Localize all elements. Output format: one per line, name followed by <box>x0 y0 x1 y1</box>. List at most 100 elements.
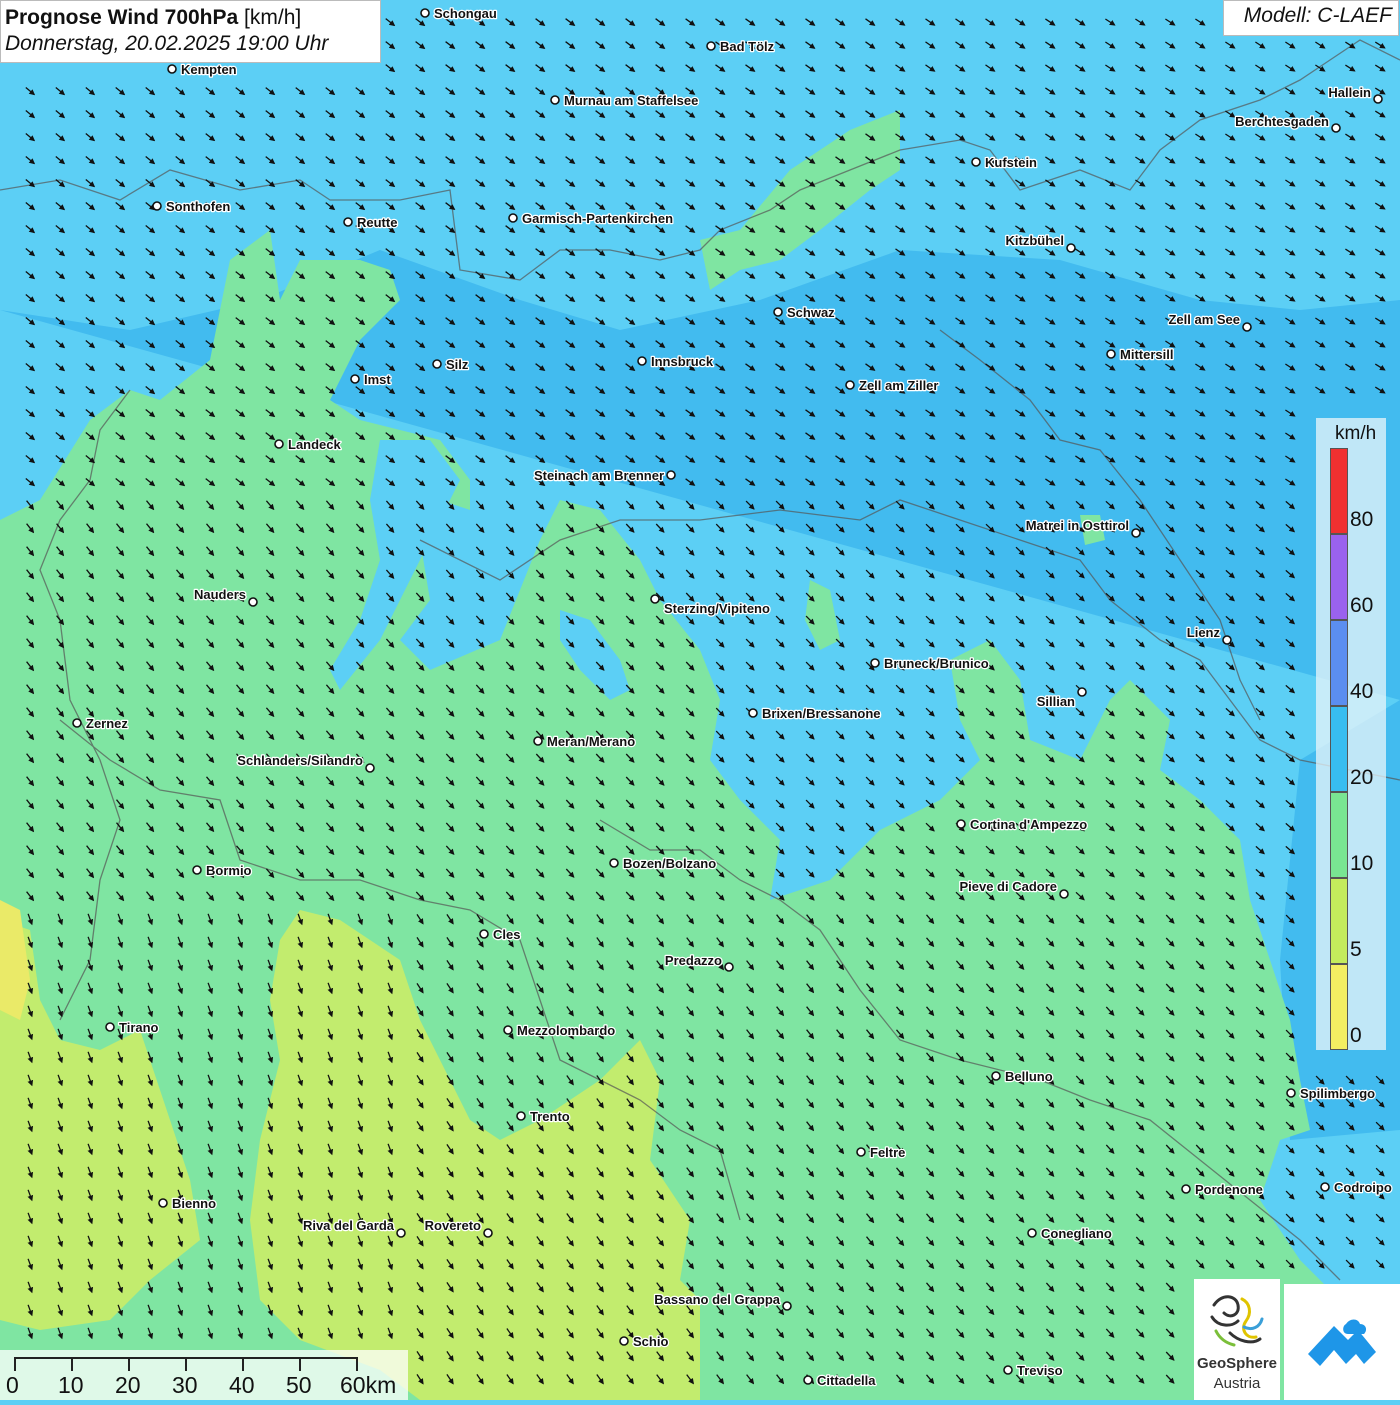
city-label: Bienno <box>172 1196 216 1211</box>
city-dot[interactable] <box>971 157 981 167</box>
city-label: Zell am Ziller <box>859 378 938 393</box>
city-label: Murnau am Staffelsee <box>564 93 698 108</box>
city-dot[interactable] <box>420 8 430 18</box>
legend-tick-80: 80 <box>1350 508 1374 531</box>
city-dot[interactable] <box>773 307 783 317</box>
city-dot[interactable] <box>650 594 660 604</box>
city-dot[interactable] <box>105 1022 115 1032</box>
city-label: Kitzbühel <box>1006 233 1065 248</box>
city-dot[interactable] <box>1003 1365 1013 1375</box>
city-dot[interactable] <box>1222 635 1232 645</box>
city-dot[interactable] <box>152 201 162 211</box>
wind-map[interactable]: Schongau Bad Tölz Kempten Murnau am Staffel… <box>0 0 1400 1400</box>
city-label: Conegliano <box>1041 1226 1112 1241</box>
city-label: Schongau <box>434 6 497 21</box>
city-dot[interactable] <box>167 64 177 74</box>
city-label: Pordenone <box>1195 1182 1263 1197</box>
city-dot[interactable] <box>274 439 284 449</box>
city-dot[interactable] <box>508 213 518 223</box>
city-dot[interactable] <box>956 819 966 829</box>
city-dot[interactable] <box>1027 1228 1037 1238</box>
legend-band-0 <box>1330 964 1348 1050</box>
city-dot[interactable] <box>192 865 202 875</box>
city-dot[interactable] <box>1181 1184 1191 1194</box>
scale-tick <box>14 1357 16 1371</box>
city-label: Silz <box>446 357 469 372</box>
legend-tick-40: 40 <box>1350 680 1374 703</box>
city-label: Schio <box>633 1334 668 1349</box>
city-dot[interactable] <box>782 1301 792 1311</box>
city-dot[interactable] <box>870 658 880 668</box>
city-label: Cortina d'Ampezzo <box>970 817 1087 832</box>
city-dot[interactable] <box>706 41 716 51</box>
city-label: Bruneck/Brunico <box>884 656 989 671</box>
city-dot[interactable] <box>856 1147 866 1157</box>
city-label: Hallein <box>1328 85 1371 100</box>
city-label: Treviso <box>1017 1363 1063 1378</box>
city-dot[interactable] <box>1320 1182 1330 1192</box>
city-label: Schwaz <box>787 305 835 320</box>
city-label: Belluno <box>1005 1069 1053 1084</box>
city-dot[interactable] <box>483 1228 493 1238</box>
city-dot[interactable] <box>1286 1088 1296 1098</box>
legend-band-10 <box>1330 792 1348 878</box>
geosphere-name: GeoSphere <box>1196 1355 1278 1372</box>
city-dot[interactable] <box>350 374 360 384</box>
city-dot[interactable] <box>158 1198 168 1208</box>
city-dot[interactable] <box>1331 123 1341 133</box>
city-dot[interactable] <box>533 736 543 746</box>
title-main: Prognose Wind 700hPa <box>5 6 239 29</box>
city-dot[interactable] <box>1066 243 1076 253</box>
city-dot[interactable] <box>503 1025 513 1035</box>
legend-band-40 <box>1330 620 1348 706</box>
city-dot[interactable] <box>803 1375 813 1385</box>
geosphere-logo[interactable]: GeoSphere Austria <box>1194 1279 1280 1400</box>
city-dot[interactable] <box>1373 94 1383 104</box>
title-heading: Prognose Wind 700hPa [km/h] <box>5 5 376 31</box>
city-dot[interactable] <box>637 356 647 366</box>
city-dot[interactable] <box>343 217 353 227</box>
city-dot[interactable] <box>248 597 258 607</box>
city-label: Spilimbergo <box>1300 1086 1375 1101</box>
city-label: Codroipo <box>1334 1180 1392 1195</box>
scale-tick <box>299 1357 301 1371</box>
scale-tick <box>128 1357 130 1371</box>
city-dot[interactable] <box>432 359 442 369</box>
city-dot[interactable] <box>365 763 375 773</box>
city-label: Lienz <box>1187 625 1221 640</box>
city-dot[interactable] <box>550 95 560 105</box>
legend-tick-0: 0 <box>1350 1024 1362 1047</box>
city-label: Sonthofen <box>166 199 230 214</box>
city-dot[interactable] <box>1131 528 1141 538</box>
city-dot[interactable] <box>991 1071 1001 1081</box>
city-dot[interactable] <box>619 1336 629 1346</box>
city-dot[interactable] <box>1106 349 1116 359</box>
geosphere-sub: Austria <box>1213 1375 1261 1392</box>
city-label: Berchtesgaden <box>1235 114 1329 129</box>
city-label: Bozen/Bolzano <box>623 856 716 871</box>
scale-bar: 0 10 20 30 40 50 60km <box>0 1350 408 1400</box>
city-label: Mezzolombardo <box>517 1023 615 1038</box>
city-label: Schlanders/Silandro <box>237 753 363 768</box>
legend-tick-20: 20 <box>1350 766 1374 789</box>
city-dot[interactable] <box>609 858 619 868</box>
city-dot[interactable] <box>72 718 82 728</box>
legend-band-5 <box>1330 878 1348 964</box>
city-label: Cles <box>493 927 520 942</box>
city-dot[interactable] <box>845 380 855 390</box>
city-dot[interactable] <box>479 929 489 939</box>
scale-label: 30 <box>172 1372 198 1398</box>
legend-band-20 <box>1330 706 1348 792</box>
city-dot[interactable] <box>396 1228 406 1238</box>
geosphere-emblem-icon <box>1210 1295 1264 1347</box>
city-dot[interactable] <box>748 708 758 718</box>
city-dot[interactable] <box>516 1111 526 1121</box>
city-dot[interactable] <box>1242 322 1252 332</box>
city-label: Reutte <box>357 215 397 230</box>
city-dot[interactable] <box>724 962 734 972</box>
app-logo[interactable] <box>1284 1284 1400 1400</box>
city-dot[interactable] <box>1077 687 1087 697</box>
city-label: Imst <box>364 372 391 387</box>
city-dot[interactable] <box>666 470 676 480</box>
city-dot[interactable] <box>1059 889 1069 899</box>
